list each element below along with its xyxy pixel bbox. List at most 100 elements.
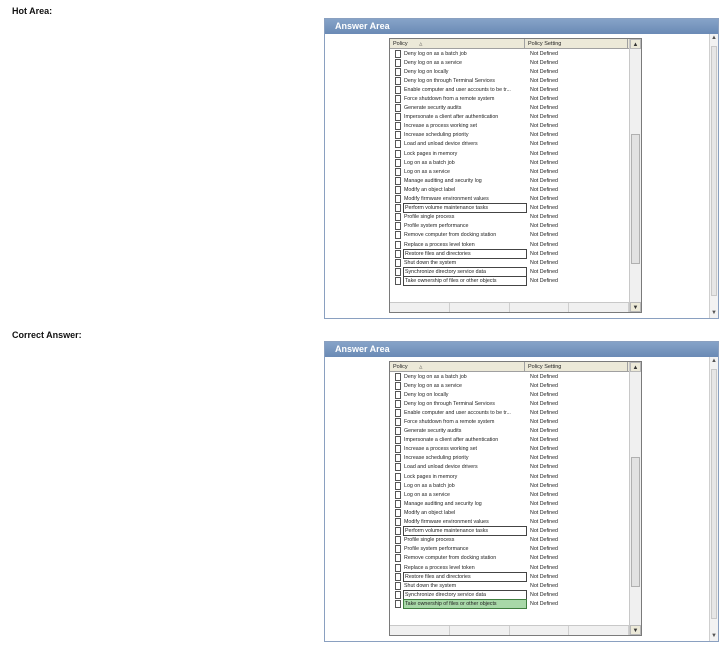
column-header-policy[interactable]: Policy △ [390, 39, 525, 48]
policy-name[interactable]: Modify an object label [403, 186, 527, 194]
table-row[interactable]: Modify an object label Not Defined [390, 508, 630, 517]
column-header-policy-setting[interactable]: Policy Setting [525, 362, 628, 371]
table-row[interactable]: Force shutdown from a remote system Not D… [390, 94, 630, 104]
list-horizontal-scrollbar[interactable] [390, 302, 629, 312]
policy-name[interactable]: Log on as a service [403, 491, 527, 499]
table-row[interactable]: Log on as a service Not Defined [390, 167, 630, 176]
table-row[interactable]: Impersonate a client after authenticatio… [390, 113, 630, 122]
scroll-down-arrow-icon[interactable]: ▼ [630, 625, 641, 635]
table-row[interactable]: Profile single process Not Defined [390, 213, 630, 222]
scroll-thumb[interactable] [631, 457, 640, 587]
policy-name[interactable]: Remove computer from docking station [403, 231, 527, 239]
table-row[interactable]: Profile system performance Not Defined [390, 222, 630, 231]
policy-name[interactable]: Increase scheduling priority [403, 131, 527, 139]
table-row[interactable]: Generate security audits Not Defined [390, 104, 630, 113]
table-row[interactable]: Manage auditing and security log Not Defi… [390, 176, 630, 185]
column-header-policy-setting[interactable]: Policy Setting [525, 39, 628, 48]
panel-scroll-up-icon[interactable]: ▲ [710, 34, 718, 43]
table-row[interactable]: Deny log on as a service Not Defined [390, 58, 630, 67]
table-row[interactable]: Perform volume maintenance tasks Not Defi… [390, 526, 630, 537]
table-row[interactable]: Deny log on locally Not Defined [390, 390, 630, 399]
policy-name[interactable]: Take ownership of files or other objects [403, 598, 527, 609]
table-row[interactable]: Increase a process working set Not Define… [390, 445, 630, 454]
table-row[interactable]: Profile system performance Not Defined [390, 545, 630, 554]
policy-name[interactable]: Modify an object label [403, 509, 527, 517]
policy-name[interactable]: Deny log on as a service [403, 382, 527, 390]
table-row[interactable]: Load and unload device drivers Not Define… [390, 463, 630, 472]
policy-name[interactable]: Generate security audits [403, 104, 527, 112]
table-row[interactable]: Increase scheduling priority Not Defined [390, 131, 630, 140]
policy-name[interactable]: Load and unload device drivers [403, 463, 527, 471]
policy-name[interactable]: Modify firmware environment values [403, 195, 527, 203]
policy-name[interactable]: Deny log on as a batch job [403, 373, 527, 381]
policy-name[interactable]: Lock pages in memory [403, 473, 527, 481]
policy-name[interactable]: Deny log on through Terminal Services [403, 400, 527, 408]
policy-name[interactable]: Increase scheduling priority [403, 454, 527, 462]
panel-scroll-down-icon[interactable]: ▼ [710, 632, 718, 641]
table-row[interactable]: Increase scheduling priority Not Defined [390, 454, 630, 463]
table-row[interactable]: Log on as a batch job Not Defined [390, 158, 630, 167]
scroll-up-arrow-icon[interactable]: ▲ [630, 39, 641, 49]
policy-name[interactable]: Impersonate a client after authenticatio… [403, 436, 527, 444]
table-row[interactable]: Deny log on as a service Not Defined [390, 381, 630, 390]
column-header-policy[interactable]: Policy △ [390, 362, 525, 371]
policy-name[interactable]: Profile single process [403, 213, 527, 221]
table-row[interactable]: Lock pages in memory Not Defined [390, 149, 630, 158]
policy-name[interactable]: Replace a process level token [403, 241, 527, 249]
policy-name[interactable]: Lock pages in memory [403, 150, 527, 158]
policy-name[interactable]: Force shutdown from a remote system [403, 95, 527, 103]
policy-name[interactable]: Deny log on as a batch job [403, 50, 527, 58]
table-row[interactable]: Restore files and directories Not Defined [390, 248, 630, 259]
policy-name[interactable]: Generate security audits [403, 427, 527, 435]
table-row[interactable]: Remove computer from docking station Not … [390, 231, 630, 240]
table-row[interactable]: Manage auditing and security log Not Defi… [390, 499, 630, 508]
policy-name[interactable]: Take ownership of files or other objects [403, 275, 527, 286]
policy-name[interactable]: Manage auditing and security log [403, 177, 527, 185]
table-row[interactable]: Deny log on locally Not Defined [390, 67, 630, 76]
table-row[interactable]: Deny log on as a batch job Not Defined [390, 49, 630, 58]
list-vertical-scrollbar[interactable]: ▲ ▼ [629, 362, 641, 635]
policy-name[interactable]: Increase a process working set [403, 122, 527, 130]
answer-area-scrollbar[interactable]: ▲ ▼ [709, 34, 718, 318]
policy-name[interactable]: Deny log on as a service [403, 59, 527, 67]
table-row[interactable]: Log on as a batch job Not Defined [390, 481, 630, 490]
answer-area-scrollbar[interactable]: ▲ ▼ [709, 357, 718, 641]
panel-scroll-up-icon[interactable]: ▲ [710, 357, 718, 366]
table-row[interactable]: Enable computer and user accounts to be … [390, 408, 630, 417]
table-row[interactable]: Restore files and directories Not Defined [390, 571, 630, 582]
panel-scroll-thumb[interactable] [711, 46, 717, 296]
policy-name[interactable]: Remove computer from docking station [403, 554, 527, 562]
policy-name[interactable]: Force shutdown from a remote system [403, 418, 527, 426]
table-row[interactable]: Increase a process working set Not Define… [390, 122, 630, 131]
table-row[interactable]: Generate security audits Not Defined [390, 427, 630, 436]
policy-name[interactable]: Perform volume maintenance tasks [403, 526, 527, 537]
policy-name[interactable]: Replace a process level token [403, 564, 527, 572]
policy-name[interactable]: Deny log on locally [403, 391, 527, 399]
list-vertical-scrollbar[interactable]: ▲ ▼ [629, 39, 641, 312]
table-row[interactable]: Deny log on through Terminal Services Not… [390, 399, 630, 408]
policy-name[interactable]: Deny log on through Terminal Services [403, 77, 527, 85]
list-horizontal-scrollbar[interactable] [390, 625, 629, 635]
table-row[interactable]: Take ownership of files or other objects… [390, 275, 630, 286]
policy-name[interactable]: Enable computer and user accounts to be … [403, 86, 527, 94]
table-row[interactable]: Load and unload device drivers Not Define… [390, 140, 630, 149]
policy-name[interactable]: Perform volume maintenance tasks [403, 203, 527, 214]
policy-name[interactable]: Load and unload device drivers [403, 140, 527, 148]
policy-name[interactable]: Deny log on locally [403, 68, 527, 76]
scroll-thumb[interactable] [631, 134, 640, 264]
policy-name[interactable]: Log on as a batch job [403, 159, 527, 167]
policy-name[interactable]: Restore files and directories [403, 248, 527, 259]
policy-name[interactable]: Impersonate a client after authenticatio… [403, 113, 527, 121]
scroll-up-arrow-icon[interactable]: ▲ [630, 362, 641, 372]
table-row[interactable]: Impersonate a client after authenticatio… [390, 436, 630, 445]
policy-name[interactable]: Enable computer and user accounts to be … [403, 409, 527, 417]
policy-name[interactable]: Increase a process working set [403, 445, 527, 453]
panel-scroll-down-icon[interactable]: ▼ [710, 309, 718, 318]
table-row[interactable]: Enable computer and user accounts to be … [390, 85, 630, 94]
table-row[interactable]: Perform volume maintenance tasks Not Defi… [390, 203, 630, 214]
policy-name[interactable]: Shut down the system [403, 259, 527, 267]
table-row[interactable]: Take ownership of files or other objects… [390, 598, 630, 609]
policy-name[interactable]: Log on as a batch job [403, 482, 527, 490]
policy-name[interactable]: Shut down the system [403, 582, 527, 590]
table-row[interactable]: Modify an object label Not Defined [390, 185, 630, 194]
